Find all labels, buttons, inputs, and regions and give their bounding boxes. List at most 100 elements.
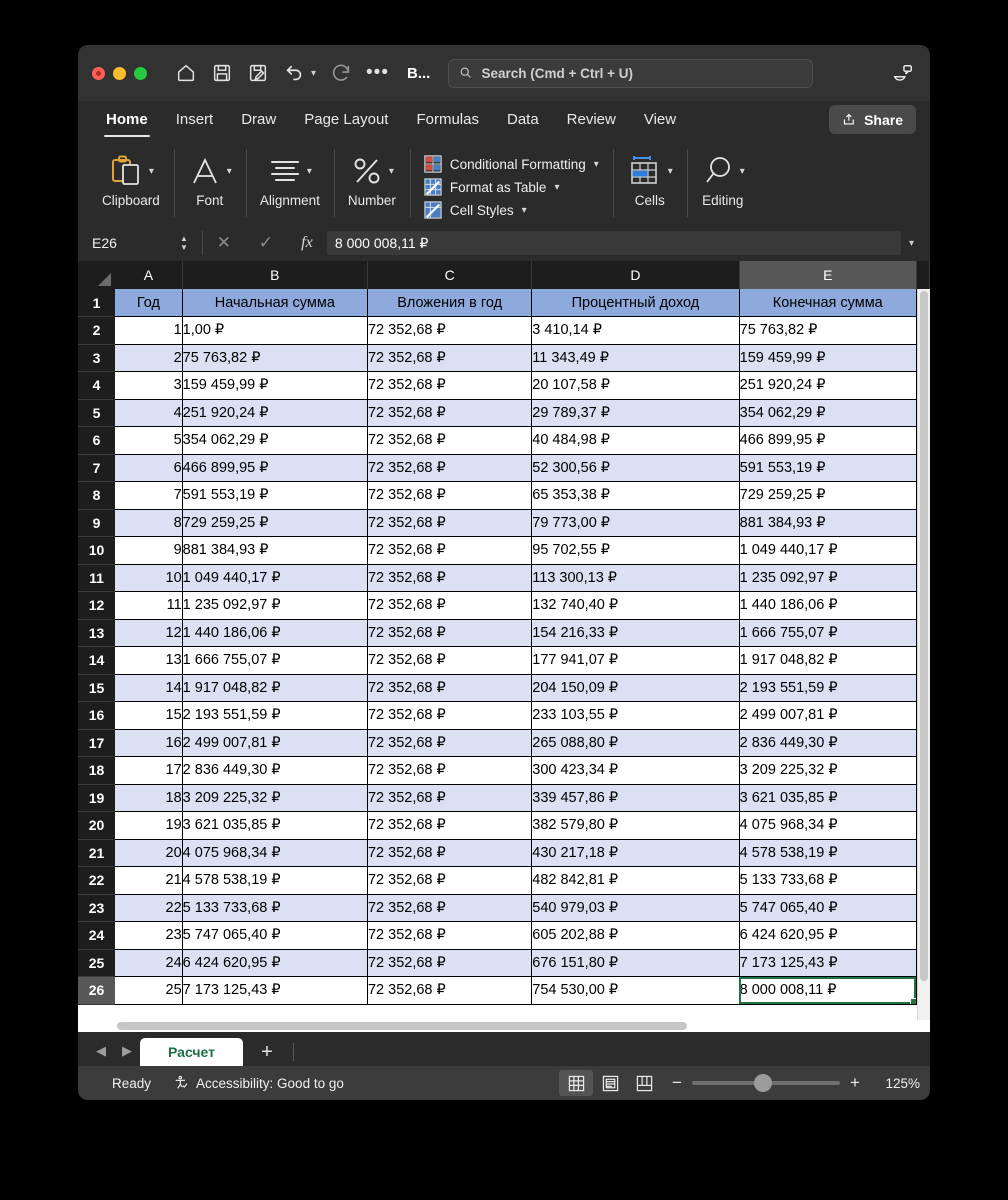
accessibility-status[interactable]: Accessibility: Good to go — [173, 1075, 344, 1091]
cell-D16[interactable]: 233 103,55 ₽ — [531, 701, 740, 730]
cell-B6[interactable]: 354 062,29 ₽ — [182, 426, 368, 455]
zoom-out-button[interactable]: − — [671, 1073, 683, 1093]
horizontal-scrollbar[interactable] — [115, 1021, 917, 1032]
cell-C26[interactable]: 72 352,68 ₽ — [367, 976, 533, 1005]
cell-C6[interactable]: 72 352,68 ₽ — [367, 426, 533, 455]
cell-D8[interactable]: 65 353,38 ₽ — [531, 481, 740, 510]
cell-D15[interactable]: 204 150,09 ₽ — [531, 674, 740, 702]
cell-C20[interactable]: 72 352,68 ₽ — [367, 811, 533, 840]
cell-D2[interactable]: 3 410,14 ₽ — [531, 316, 740, 345]
cell-E25[interactable]: 7 173 125,43 ₽ — [739, 949, 917, 977]
alignment-dropdown-icon[interactable]: ▾ — [307, 166, 312, 177]
ribbon-group-number[interactable]: ▾ Number — [333, 143, 410, 225]
cell-C25[interactable]: 72 352,68 ₽ — [367, 949, 533, 977]
tab-page-layout[interactable]: Page Layout — [290, 103, 402, 137]
cell-B3[interactable]: 75 763,82 ₽ — [182, 344, 368, 372]
insert-function-icon[interactable]: fx — [287, 234, 327, 252]
row-header-23[interactable]: 23 — [78, 894, 116, 922]
cell-E11[interactable]: 1 235 092,97 ₽ — [739, 564, 917, 592]
cell-B10[interactable]: 881 384,93 ₽ — [182, 536, 368, 565]
ribbon-group-font[interactable]: ▾ Font — [173, 143, 246, 225]
cell-A17[interactable]: 16 — [115, 729, 183, 757]
cell-E17[interactable]: 2 836 449,30 ₽ — [739, 729, 917, 757]
cell-D21[interactable]: 430 217,18 ₽ — [531, 839, 740, 867]
zoom-in-button[interactable]: + — [849, 1073, 861, 1093]
cell-A2[interactable]: 1 — [115, 316, 183, 345]
zoom-control[interactable]: − + 125% — [671, 1073, 920, 1093]
row-header-4[interactable]: 4 — [78, 371, 116, 400]
cell-A9[interactable]: 8 — [115, 509, 183, 537]
row-header-9[interactable]: 9 — [78, 509, 116, 537]
format-as-table-item[interactable]: Format as Table ▾ — [424, 178, 559, 196]
cell-B17[interactable]: 2 499 007,81 ₽ — [182, 729, 368, 757]
next-sheet-icon[interactable]: ▶ — [114, 1036, 140, 1066]
search-input[interactable] — [481, 65, 803, 81]
cell-D1[interactable]: Процентный доход — [531, 289, 740, 317]
ribbon-group-editing[interactable]: ▾ Editing — [686, 143, 759, 225]
cell-A5[interactable]: 4 — [115, 399, 183, 427]
undo-dropdown-icon[interactable]: ▾ — [311, 68, 316, 79]
add-sheet-button[interactable]: + — [243, 1038, 291, 1066]
save-as-icon[interactable] — [247, 62, 269, 84]
cell-C8[interactable]: 72 352,68 ₽ — [367, 481, 533, 510]
page-break-view-button[interactable] — [627, 1070, 661, 1096]
tab-view[interactable]: View — [630, 103, 690, 137]
cell-C2[interactable]: 72 352,68 ₽ — [367, 316, 533, 345]
cell-D25[interactable]: 676 151,80 ₽ — [531, 949, 740, 977]
cell-E26[interactable]: 8 000 008,11 ₽ — [739, 976, 917, 1005]
cell-B1[interactable]: Начальная сумма — [182, 289, 368, 317]
cell-B4[interactable]: 159 459,99 ₽ — [182, 371, 368, 400]
conditional-formatting-item[interactable]: Conditional Formatting ▾ — [424, 155, 599, 173]
cells-dropdown-icon[interactable]: ▾ — [668, 166, 673, 177]
tab-insert[interactable]: Insert — [162, 103, 228, 137]
cell-B15[interactable]: 1 917 048,82 ₽ — [182, 674, 368, 702]
tab-draw[interactable]: Draw — [227, 103, 290, 137]
cell-B21[interactable]: 4 075 968,34 ₽ — [182, 839, 368, 867]
conditional-formatting-dropdown-icon[interactable]: ▾ — [594, 159, 599, 170]
share-button[interactable]: Share — [829, 105, 916, 134]
cell-C13[interactable]: 72 352,68 ₽ — [367, 619, 533, 647]
cell-C21[interactable]: 72 352,68 ₽ — [367, 839, 533, 867]
cell-A12[interactable]: 11 — [115, 591, 183, 620]
row-header-22[interactable]: 22 — [78, 866, 116, 895]
cell-E16[interactable]: 2 499 007,81 ₽ — [739, 701, 917, 730]
tab-formulas[interactable]: Formulas — [402, 103, 493, 137]
cell-C4[interactable]: 72 352,68 ₽ — [367, 371, 533, 400]
cell-C19[interactable]: 72 352,68 ₽ — [367, 784, 533, 812]
cell-B22[interactable]: 4 578 538,19 ₽ — [182, 866, 368, 895]
cell-C18[interactable]: 72 352,68 ₽ — [367, 756, 533, 785]
cell-A11[interactable]: 10 — [115, 564, 183, 592]
cell-D24[interactable]: 605 202,88 ₽ — [531, 921, 740, 950]
row-header-6[interactable]: 6 — [78, 426, 116, 455]
cell-B16[interactable]: 2 193 551,59 ₽ — [182, 701, 368, 730]
cancel-edit-button[interactable]: ✕ — [203, 233, 245, 253]
cell-E9[interactable]: 881 384,93 ₽ — [739, 509, 917, 537]
cell-styles-dropdown-icon[interactable]: ▾ — [522, 205, 527, 216]
cell-E5[interactable]: 354 062,29 ₽ — [739, 399, 917, 427]
cell-E13[interactable]: 1 666 755,07 ₽ — [739, 619, 917, 647]
home-icon[interactable] — [175, 62, 197, 84]
cell-B7[interactable]: 466 899,95 ₽ — [182, 454, 368, 482]
cell-B13[interactable]: 1 440 186,06 ₽ — [182, 619, 368, 647]
cell-A24[interactable]: 23 — [115, 921, 183, 950]
row-header-13[interactable]: 13 — [78, 619, 116, 647]
cell-B14[interactable]: 1 666 755,07 ₽ — [182, 646, 368, 675]
sheet-tab-raschet[interactable]: Расчет — [140, 1038, 243, 1066]
cell-C24[interactable]: 72 352,68 ₽ — [367, 921, 533, 950]
row-header-8[interactable]: 8 — [78, 481, 116, 510]
cell-D23[interactable]: 540 979,03 ₽ — [531, 894, 740, 922]
cell-C12[interactable]: 72 352,68 ₽ — [367, 591, 533, 620]
tab-home[interactable]: Home — [92, 103, 162, 137]
more-commands-icon[interactable]: ••• — [366, 63, 389, 82]
cell-E6[interactable]: 466 899,95 ₽ — [739, 426, 917, 455]
row-header-24[interactable]: 24 — [78, 921, 116, 950]
cell-E22[interactable]: 5 133 733,68 ₽ — [739, 866, 917, 895]
cell-A16[interactable]: 15 — [115, 701, 183, 730]
cell-D13[interactable]: 154 216,33 ₽ — [531, 619, 740, 647]
cell-A18[interactable]: 17 — [115, 756, 183, 785]
collaboration-icon[interactable] — [892, 63, 914, 85]
search-box[interactable] — [448, 58, 814, 88]
cell-A20[interactable]: 19 — [115, 811, 183, 840]
tab-data[interactable]: Data — [493, 103, 553, 137]
cell-B25[interactable]: 6 424 620,95 ₽ — [182, 949, 368, 977]
